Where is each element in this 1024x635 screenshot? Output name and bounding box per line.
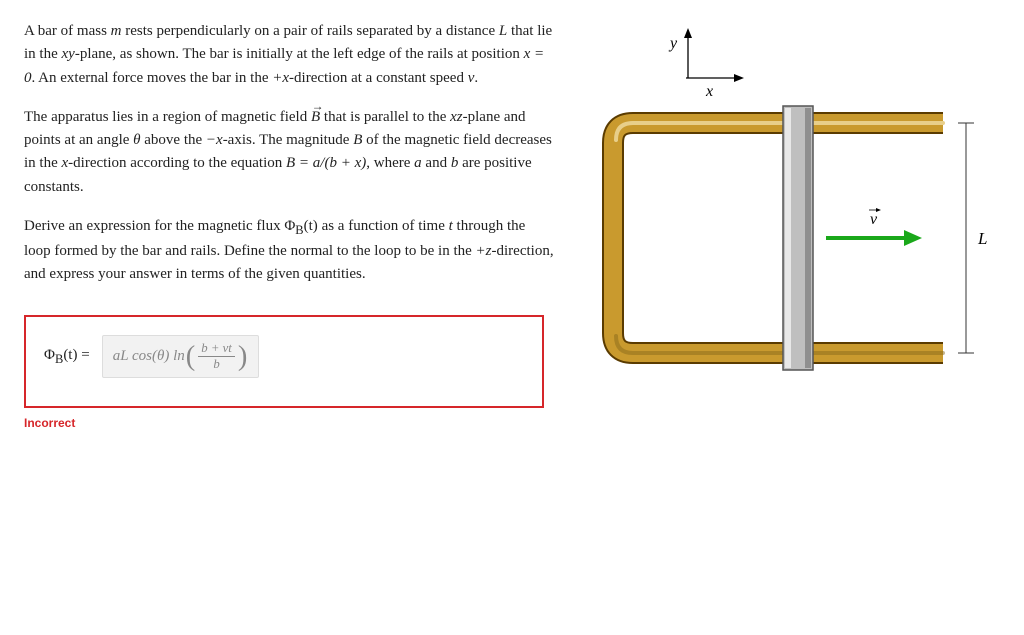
answer-input[interactable]: aL cos(θ) ln ( b + vt b ) (102, 335, 260, 379)
x-axis-label: x (705, 83, 713, 100)
figure: y x v (578, 20, 1000, 398)
l-label: L (977, 229, 987, 248)
velocity-label: v (870, 211, 878, 228)
sliding-bar (783, 106, 813, 370)
y-axis-label: y (668, 35, 678, 52)
dimension-l: L (958, 123, 987, 353)
answer-lhs: ΦB(t) = (44, 344, 90, 369)
paragraph-1: A bar of mass m rests perpendicularly on… (24, 20, 554, 90)
feedback-incorrect: Incorrect (24, 414, 554, 433)
axes: y x (668, 28, 744, 100)
paragraph-2: The apparatus lies in a region of magnet… (24, 106, 554, 199)
velocity-arrow: v (826, 208, 922, 246)
problem-text: A bar of mass m rests perpendicularly on… (24, 20, 554, 433)
paragraph-3: Derive an expression for the magnetic fl… (24, 215, 554, 287)
answer-box: ΦB(t) = aL cos(θ) ln ( b + vt b ) (24, 315, 544, 409)
